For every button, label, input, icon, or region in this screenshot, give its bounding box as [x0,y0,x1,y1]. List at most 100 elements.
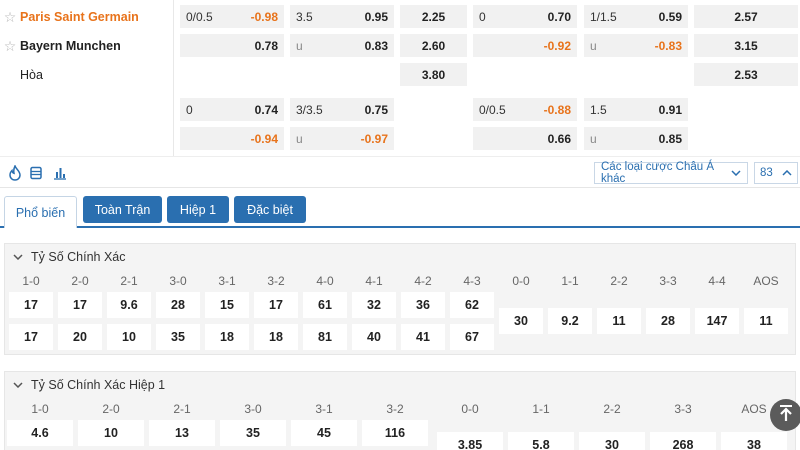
odds-table: ☆ Paris Saint Germain ☆ Bayern Munchen H… [0,0,800,156]
score-odds[interactable]: 11 [597,308,641,334]
score-odds[interactable]: 9.2 [548,308,592,334]
score-odds[interactable]: 67 [450,324,494,350]
team-away: ☆ Bayern Munchen [0,31,174,61]
odds-cell[interactable]: -0.92 [473,34,577,57]
score-odds[interactable]: 30 [579,432,645,450]
odds-value: -0.83 [654,38,682,53]
odds-value: 0.78 [254,38,278,53]
score-odds[interactable]: 9.6 [107,292,151,318]
score-odds[interactable]: 18 [254,324,298,350]
score-odds[interactable]: 147 [695,308,739,334]
odds-cell[interactable]: 0.66 [473,127,577,150]
score-label: 3-0 [169,274,187,288]
tab-pho-bien[interactable]: Phổ biến [4,196,77,228]
odds-cell[interactable]: u -0.97 [290,127,394,150]
score-odds[interactable]: 81 [303,324,347,350]
odds-value: 2.25 [421,9,446,24]
score-odds[interactable]: 11 [744,308,788,334]
score-odds[interactable]: 61 [303,292,347,318]
odds-handicap: 0/0.5 [186,9,213,24]
correct-score-h1-header[interactable]: Tỷ Số Chính Xác Hiệp 1 [5,372,165,398]
odds-value: -0.92 [543,38,571,53]
odds-cell[interactable]: 1/1.5 0.59 [584,5,688,28]
score-odds[interactable]: 62 [450,292,494,318]
odds-cell[interactable]: 3/3.5 0.75 [290,98,394,121]
score-odds[interactable]: 17 [58,292,102,318]
odds-cell[interactable]: 2.60 [400,34,467,57]
count-select[interactable]: 83 [754,162,798,184]
tab-dac-biet[interactable]: Đặc biệt [234,196,306,223]
score-odds[interactable]: 35 [220,420,286,446]
tab-hiep-1[interactable]: Hiệp 1 [167,196,229,223]
score-odds[interactable]: 268 [650,432,716,450]
score-odds[interactable]: 15 [205,292,249,318]
score-odds[interactable]: 41 [401,324,445,350]
odds-cell[interactable]: -0.94 [180,127,284,150]
list-view-icon[interactable] [27,164,45,182]
bet-type-select[interactable]: Các loại cược Châu Á khác [594,161,748,185]
count-value: 83 [760,167,773,179]
odds-toolbar: Các loại cược Châu Á khác 83 [0,156,800,188]
score-odds[interactable]: 3.85 [437,432,503,450]
bar-chart-icon[interactable] [51,164,69,182]
score-odds[interactable]: 28 [646,308,690,334]
score-label: 3-2 [267,274,285,288]
odds-cell[interactable]: u 0.85 [584,127,688,150]
odds-cell[interactable]: 2.25 [400,5,467,28]
favorite-star-icon[interactable]: ☆ [0,38,20,55]
odds-cell[interactable]: 3.80 [400,63,467,86]
score-odds[interactable]: 4.6 [7,420,73,446]
odds-cell[interactable]: 2.53 [694,63,798,86]
score-odds[interactable]: 20 [58,324,102,350]
score-odds[interactable]: 17 [9,292,53,318]
score-odds[interactable]: 30 [499,308,543,334]
fire-icon[interactable] [6,164,24,182]
tab-toan-tran[interactable]: Toàn Trận [83,196,162,223]
favorite-star-icon[interactable]: ☆ [0,9,20,26]
score-label: 2-1 [173,402,191,416]
score-odds[interactable]: 10 [78,420,144,446]
team-home-name: Paris Saint Germain [20,10,139,24]
score-label: 4-1 [365,274,383,288]
score-odds[interactable]: 36 [401,292,445,318]
odds-cell[interactable]: 0 0.74 [180,98,284,121]
odds-cell[interactable]: 0/0.5 -0.98 [180,5,284,28]
odds-cell[interactable]: 2.57 [694,5,798,28]
odds-cell[interactable]: u -0.83 [584,34,688,57]
odds-cell[interactable]: u 0.83 [290,34,394,57]
score-odds[interactable]: 10 [107,324,151,350]
score-label: 1-1 [561,274,579,288]
odds-cell[interactable]: 0 0.70 [473,5,577,28]
score-label: 4-4 [708,274,726,288]
score-odds[interactable]: 18 [205,324,249,350]
score-label: 2-2 [610,274,628,288]
score-odds[interactable]: 45 [291,420,357,446]
odds-value: -0.97 [360,131,388,146]
score-odds[interactable]: 28 [156,292,200,318]
score-odds[interactable]: 13 [149,420,215,446]
odds-value: 0.59 [658,9,682,24]
score-odds[interactable]: 38 [721,432,787,450]
score-odds[interactable]: 5.8 [508,432,574,450]
odds-value: -0.88 [543,102,571,117]
odds-cell[interactable]: 0/0.5 -0.88 [473,98,577,121]
score-odds[interactable]: 17 [254,292,298,318]
correct-score-title: Tỷ Số Chính Xác [31,250,126,264]
odds-value: 0.85 [658,131,682,146]
score-odds[interactable]: 40 [352,324,396,350]
odds-value: -0.94 [250,131,278,146]
odds-cell[interactable]: 3.15 [694,34,798,57]
odds-value: 0.91 [658,102,682,117]
odds-cell[interactable]: 0.78 [180,34,284,57]
score-odds[interactable]: 35 [156,324,200,350]
odds-cell[interactable]: 1.5 0.91 [584,98,688,121]
team-home: ☆ Paris Saint Germain [0,2,174,32]
score-odds[interactable]: 32 [352,292,396,318]
correct-score-h1-title: Tỷ Số Chính Xác Hiệp 1 [31,378,166,392]
score-odds[interactable]: 116 [362,420,428,446]
score-odds[interactable]: 17 [9,324,53,350]
odds-cell[interactable]: 3.5 0.95 [290,5,394,28]
correct-score-header[interactable]: Tỷ Số Chính Xác [5,244,126,270]
scroll-to-top-button[interactable] [770,399,800,431]
market-tabs: Phổ biến Toàn Trận Hiệp 1 Đặc biệt [0,188,800,228]
